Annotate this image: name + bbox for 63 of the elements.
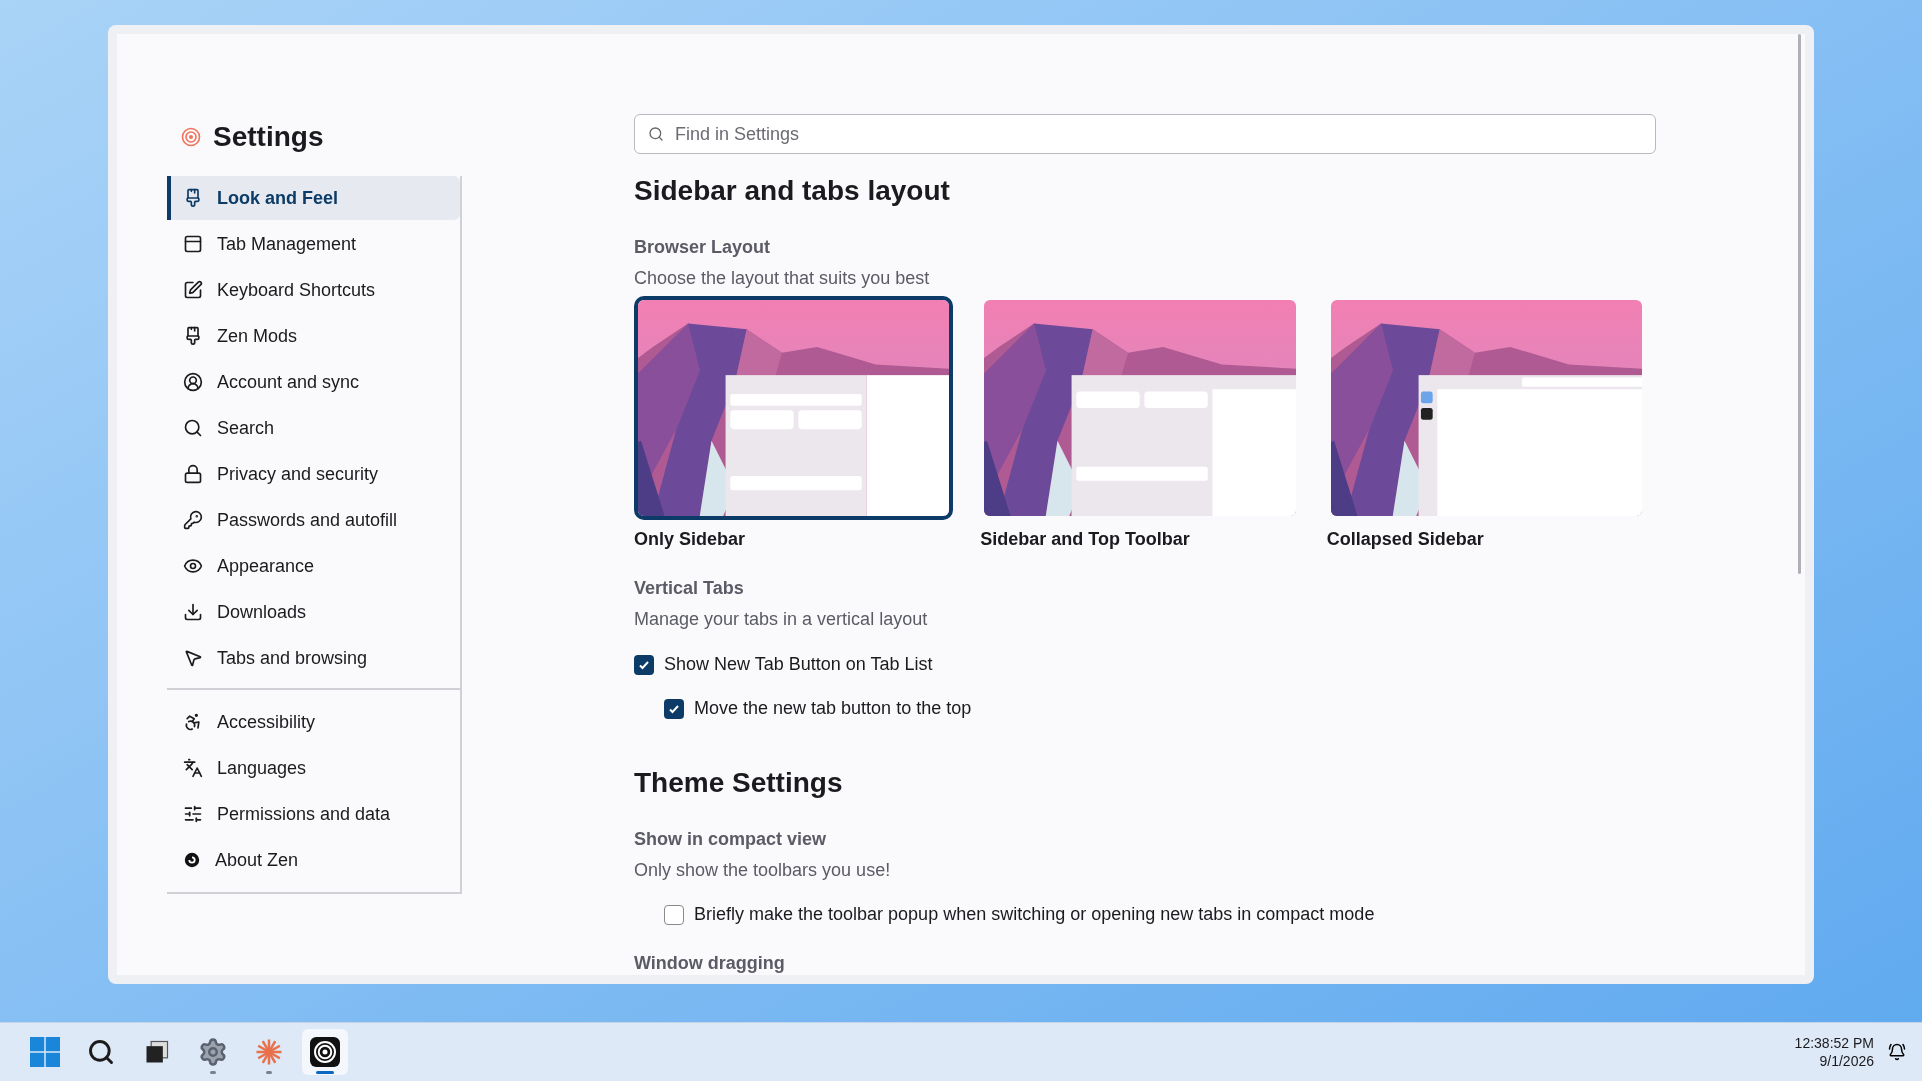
sidebar-item[interactable]: Keyboard Shortcuts — [167, 268, 460, 312]
sidebar-item[interactable]: Appearance — [167, 544, 460, 588]
logo-icon — [181, 127, 201, 147]
eye-icon — [183, 556, 203, 576]
checkbox[interactable] — [664, 698, 684, 719]
running-indicator — [210, 1071, 216, 1074]
setting-heading: Browser Layout — [634, 236, 772, 259]
sidebar-item[interactable]: Tabs and browsing — [167, 636, 460, 680]
sidebar-item[interactable]: Privacy and security — [167, 452, 460, 496]
search-icon — [183, 418, 203, 438]
accessibility-icon — [183, 712, 203, 732]
sidebar-item[interactable]: Search — [167, 406, 460, 450]
sidebar-item[interactable]: Accessibility — [167, 700, 460, 744]
concentric-circles-icon[interactable] — [310, 1037, 340, 1067]
setting-description: Manage your tabs in a vertical layout — [634, 608, 929, 631]
panel-icon — [183, 234, 203, 254]
setting-heading: Vertical Tabs — [634, 577, 745, 600]
checkbox-label: Briefly make the toolbar popup when switching or opening new tabs in compact mode — [694, 903, 1375, 926]
running-indicator — [266, 1071, 272, 1074]
swirl-icon — [183, 851, 201, 869]
download-icon — [183, 602, 203, 622]
notification-bell-icon[interactable] — [1888, 1043, 1906, 1061]
languages-icon — [183, 758, 203, 778]
search-icon — [648, 126, 664, 142]
sidebar-item[interactable]: Tab Management — [167, 222, 460, 266]
paintbrush-icon — [183, 326, 203, 346]
sidebar-item[interactable]: Passwords and autofill — [167, 498, 460, 542]
checkbox-label: Move the new tab button to the top — [694, 697, 972, 720]
sidebar-item[interactable]: Account and sync — [167, 360, 460, 404]
setting-heading: Show in compact view — [634, 828, 828, 851]
layout-label: Collapsed Sidebar — [1326, 528, 1485, 551]
sidebar-item[interactable]: Zen Mods — [167, 314, 460, 358]
setting-heading: Window dragging — [634, 952, 786, 975]
checkbox[interactable] — [664, 904, 684, 925]
asterisk-icon[interactable] — [254, 1037, 284, 1067]
clock-time: 12:38:52 PM — [1794, 1034, 1874, 1052]
layout-label: Sidebar and Top Toolbar — [980, 528, 1191, 551]
sidebar-item[interactable]: Languages — [167, 746, 460, 790]
setting-description: Only show the toolbars you use! — [634, 859, 892, 882]
pointer-icon — [183, 648, 203, 668]
checkbox[interactable] — [634, 654, 654, 675]
user-circle-icon — [183, 372, 203, 392]
section-heading: Theme Settings — [634, 766, 844, 800]
clock-date: 9/1/2026 — [1819, 1052, 1874, 1070]
sliders-icon — [183, 804, 203, 824]
sidebar-item[interactable]: Permissions and data — [167, 792, 460, 836]
sidebar-item[interactable]: Downloads — [167, 590, 460, 634]
checkbox-label: Show New Tab Button on Tab List — [664, 653, 933, 676]
search-icon[interactable] — [87, 1038, 115, 1066]
section-heading: Sidebar and tabs layout — [634, 174, 951, 208]
sidebar-item[interactable]: About Zen — [167, 838, 460, 882]
paintbrush-icon — [183, 188, 203, 208]
lock-icon — [183, 464, 203, 484]
search-field[interactable]: Find in Settings — [634, 114, 1656, 154]
taskbar-button[interactable] — [302, 1029, 348, 1075]
running-indicator — [316, 1071, 334, 1074]
window-title: Settings — [213, 120, 324, 154]
layout-label: Only Sidebar — [634, 528, 747, 551]
setting-description: Choose the layout that suits you best — [634, 267, 931, 290]
key-icon — [183, 510, 203, 530]
gear-icon[interactable] — [198, 1037, 228, 1067]
keyboard-edit-icon — [183, 280, 203, 300]
sidebar-item[interactable]: Look and Feel — [167, 176, 460, 220]
